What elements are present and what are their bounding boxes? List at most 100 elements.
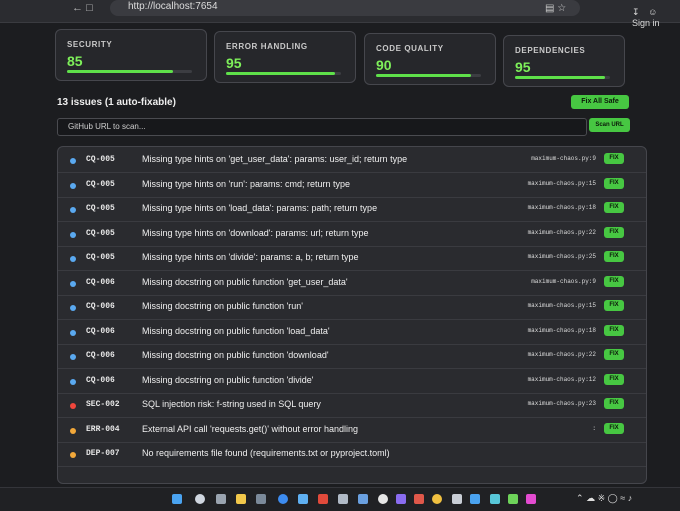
issue-row[interactable]: CQ-005 Missing type hints on 'run': param… (58, 174, 646, 198)
fix-button[interactable]: FIX (604, 153, 624, 164)
issue-code: ERR-004 (86, 424, 120, 434)
issue-location: : (592, 424, 596, 432)
fix-button[interactable]: FIX (604, 349, 624, 360)
fix-button[interactable]: FIX (604, 422, 624, 434)
fix-button[interactable]: FIX (604, 324, 624, 336)
download-icon[interactable]: ↧ (632, 7, 640, 17)
severity-warning-icon (70, 427, 76, 434)
issue-row[interactable]: CQ-005 Missing type hints on 'download': … (58, 223, 646, 247)
metric-bar (515, 76, 610, 79)
issue-message: No requirements file found (requirements… (142, 448, 390, 458)
app-icon[interactable] (358, 494, 368, 504)
issue-code: CQ-006 (86, 326, 115, 336)
fix-button[interactable]: FIX (604, 251, 624, 262)
sign-in-label[interactable]: Sign in (632, 18, 660, 28)
issue-row[interactable]: CQ-005 Missing type hints on 'get_user_da… (58, 149, 646, 173)
app-icon[interactable] (452, 494, 462, 504)
metric-card-code-quality: CODE QUALITY 90 (364, 33, 496, 85)
issues-summary: 13 issues (1 auto-fixable) (57, 97, 176, 108)
browser-icon[interactable] (432, 494, 442, 504)
issue-code: CQ-005 (86, 155, 115, 164)
start-icon[interactable] (172, 494, 182, 504)
metric-bar (67, 70, 192, 73)
browser-toolbar: ← □ http://localhost:7654 ▤ ☆ ↧ ☺ Sign i… (0, 0, 680, 28)
issue-message: Missing docstring on public function 'do… (142, 350, 329, 360)
cloud-icon[interactable]: ☁ (586, 493, 595, 503)
fix-button[interactable]: FIX (604, 177, 624, 189)
app-icon[interactable] (318, 494, 328, 504)
nav-buttons: ← □ (72, 2, 93, 14)
fix-button[interactable]: FIX (604, 275, 624, 287)
issue-row[interactable]: DEP-007 No requirements file found (requi… (58, 443, 646, 467)
profile-icon[interactable]: ☺ (648, 7, 657, 17)
metric-card-security: SECURITY 85 (55, 29, 207, 81)
taskbar: ⌃ ☁ ※ ◯ ≈ ♪ (0, 487, 680, 511)
issue-list: CQ-005 Missing type hints on 'get_user_da… (57, 146, 647, 484)
issue-code: CQ-005 (86, 179, 115, 189)
fix-all-safe-button[interactable]: Fix All Safe (571, 95, 629, 109)
issue-row[interactable]: CQ-006 Missing docstring on public functi… (58, 370, 646, 394)
github-url-input[interactable]: GitHub URL to scan... (57, 118, 587, 136)
fix-button[interactable]: FIX (604, 226, 624, 238)
issue-row[interactable]: CQ-006 Missing docstring on public functi… (58, 272, 646, 296)
issue-row[interactable]: CQ-005 Missing type hints on 'load_data':… (58, 198, 646, 222)
terminal-icon[interactable] (256, 494, 266, 504)
issue-message: SQL injection risk: f-string used in SQL… (142, 399, 321, 409)
chevron-up-icon[interactable]: ⌃ (576, 493, 584, 503)
star-icon[interactable]: ☆ (557, 3, 566, 14)
issue-code: CQ-006 (86, 302, 115, 311)
speaker-icon[interactable]: ♪ (628, 493, 633, 503)
fix-button[interactable]: FIX (604, 398, 624, 409)
scan-url-button[interactable]: Scan URL (589, 118, 630, 132)
issue-location: maximum-chaos.py:23 (527, 400, 596, 407)
metric-card-error-handling: ERROR HANDLING 95 (214, 31, 356, 83)
issue-location: maximum-chaos.py:15 (527, 302, 596, 309)
issue-row[interactable]: ERR-004 External API call 'requests.get()… (58, 419, 646, 443)
bluetooth-icon[interactable]: ※ (598, 493, 606, 503)
issue-row[interactable]: SEC-002 SQL injection risk: f-string used… (58, 394, 646, 418)
metric-value: 90 (376, 57, 392, 73)
address-actions: ▤ ☆ (545, 3, 566, 14)
address-url[interactable]: http://localhost:7654 (128, 1, 218, 12)
issue-row[interactable]: CQ-006 Missing docstring on public functi… (58, 321, 646, 345)
fix-button[interactable]: FIX (604, 373, 624, 385)
app-icon[interactable] (378, 494, 388, 504)
metric-bar-fill (515, 76, 606, 79)
issue-row[interactable]: CQ-006 Missing docstring on public functi… (58, 345, 646, 369)
app-icon[interactable] (414, 494, 424, 504)
app-icon[interactable] (338, 494, 348, 504)
issue-row[interactable]: CQ-006 Missing docstring on public functi… (58, 296, 646, 320)
reader-icon[interactable]: ▤ (545, 3, 554, 14)
task-view-icon[interactable] (216, 494, 226, 504)
app-icon[interactable] (526, 494, 536, 504)
mic-icon[interactable]: ◯ (608, 493, 618, 503)
severity-info-icon (70, 256, 76, 262)
fix-button[interactable]: FIX (604, 202, 624, 213)
issue-message: Missing docstring on public function 'di… (142, 374, 314, 385)
app-icon[interactable] (508, 494, 518, 504)
app-icon[interactable] (278, 494, 288, 504)
system-tray: ⌃ ☁ ※ ◯ ≈ ♪ (576, 493, 632, 504)
app-icon[interactable] (490, 494, 500, 504)
metric-card-dependencies: DEPENDENCIES 95 (503, 35, 625, 87)
metric-value: 85 (67, 53, 83, 69)
file-explorer-icon[interactable] (236, 494, 246, 504)
back-icon[interactable]: ← (72, 2, 83, 14)
issue-message: Missing docstring on public function 'ru… (142, 301, 304, 311)
severity-info-icon (70, 280, 76, 287)
fix-button[interactable]: FIX (604, 300, 624, 311)
severity-info-icon (70, 207, 76, 213)
issue-message: Missing type hints on 'download': params… (142, 227, 369, 238)
issue-message: Missing type hints on 'load_data': param… (142, 203, 378, 213)
issue-code: SEC-002 (86, 400, 120, 409)
issue-row[interactable]: CQ-005 Missing type hints on 'divide': pa… (58, 247, 646, 271)
issue-location: maximum-chaos.py:18 (527, 326, 596, 334)
app-icon[interactable] (470, 494, 480, 504)
severity-info-icon (70, 378, 76, 385)
search-icon[interactable] (195, 494, 205, 504)
app-icon[interactable] (396, 494, 406, 504)
app-icon[interactable] (298, 494, 308, 504)
severity-info-icon (70, 158, 76, 164)
wifi-icon[interactable]: ≈ (620, 493, 625, 503)
issue-location: maximum-chaos.py:22 (527, 228, 596, 236)
